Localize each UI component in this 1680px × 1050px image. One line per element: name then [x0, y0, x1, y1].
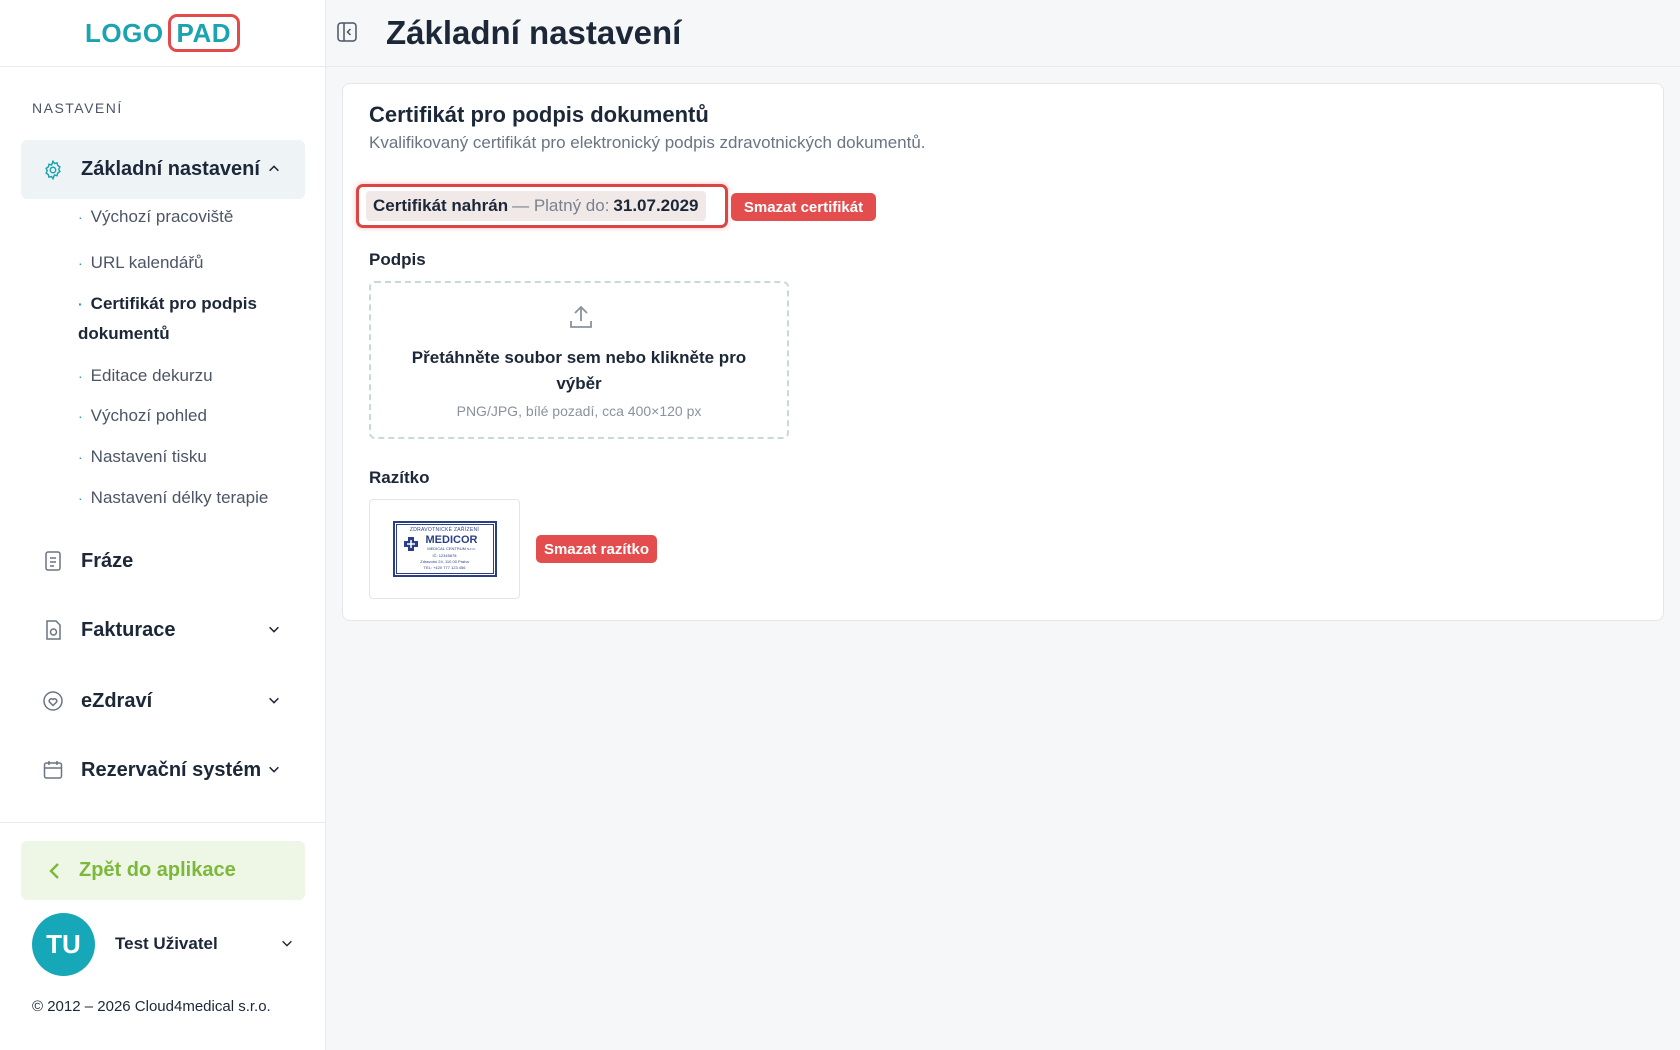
chevron-down-icon	[267, 693, 283, 709]
bullet-dot-icon: ·	[78, 255, 83, 271]
sidebar-subitem-vychozi-pohled[interactable]: · Výchozí pohled	[78, 401, 308, 431]
bullet-dot-icon: ·	[78, 490, 83, 506]
dropzone-text: Přetáhněte soubor sem nebo klikněte pro …	[411, 348, 747, 393]
sidebar-item-label: Základní nastavení	[81, 158, 260, 180]
sidebar-subitem-label: Výchozí pracoviště	[90, 207, 234, 226]
stamp-top-text: ZDRAVOTNICKÉ ZAŘÍZENÍ	[409, 527, 480, 533]
sidebar-collapse-icon[interactable]	[336, 21, 360, 45]
heart-icon	[39, 687, 67, 715]
certificate-status-text: Certifikát nahrán	[373, 196, 509, 215]
sidebar-item-fakturace[interactable]: Fakturace	[21, 604, 305, 656]
stamp-name: MEDICOR	[425, 534, 478, 546]
sidebar-divider	[0, 822, 326, 823]
upload-icon	[567, 303, 595, 331]
page-header: Základní nastavení	[326, 0, 1680, 67]
signature-label: Podpis	[369, 250, 426, 269]
bullet-dot-icon: ·	[78, 408, 83, 424]
sidebar-item-ezdravi[interactable]: eZdraví	[21, 675, 305, 727]
sidebar-subitem-nastaveni-tisku[interactable]: · Nastavení tisku	[78, 442, 308, 472]
sidebar-item-label: Fakturace	[81, 618, 176, 641]
section-label: NASTAVENÍ	[32, 100, 123, 116]
avatar: TU	[32, 912, 95, 976]
chevron-down-icon	[280, 936, 296, 952]
invoice-icon	[39, 616, 67, 644]
logo-badge: PAD	[167, 14, 241, 52]
sidebar-subitem-label: URL kalendářů	[90, 253, 204, 272]
back-button-label: Zpět do aplikace	[79, 859, 236, 881]
logo[interactable]: LOGO PAD	[84, 14, 241, 52]
chevron-up-icon	[267, 162, 283, 178]
bullet-dot-icon: ·	[78, 209, 83, 225]
sidebar-subitem-vychozi-pracoviste[interactable]: · Výchozí pracoviště	[78, 202, 308, 232]
certificate-status-badge: Certifikát nahrán — Platný do: 31.07.202…	[366, 191, 706, 221]
sidebar-subitem-url-kalendaru[interactable]: · URL kalendářů	[78, 248, 308, 278]
sidebar-item-rezervacni-system[interactable]: Rezervační systém	[21, 744, 305, 796]
user-menu[interactable]: TU Test Uživatel	[32, 912, 302, 976]
stamp-label: Razítko	[369, 468, 430, 487]
certificate-card: Certifikát pro podpis dokumentů Kvalifik…	[342, 83, 1664, 621]
back-to-app-button[interactable]: Zpět do aplikace	[21, 841, 305, 900]
sidebar-subitem-delka-terapie[interactable]: · Nastavení délky terapie	[78, 483, 308, 513]
calendar-icon	[39, 756, 67, 784]
sidebar-item-fraze[interactable]: Fráze	[21, 535, 305, 587]
copyright: © 2012 – 2026 Cloud4medical s.r.o.	[32, 998, 271, 1015]
page-title: Základní nastavení	[386, 14, 682, 51]
stamp-subtitle: MEDICAL CENTRUM s.r.o.	[427, 546, 476, 551]
stamp-line: TEL: +420 777 123 456	[423, 565, 466, 570]
bullet-dot-icon: ·	[78, 368, 83, 384]
sidebar: LOGO PAD NASTAVENÍ Základní nastavení · V…	[0, 0, 326, 1050]
chevron-down-icon	[267, 762, 283, 778]
delete-stamp-button[interactable]: Smazat razítko	[536, 535, 657, 563]
logo-bar: LOGO PAD	[0, 0, 325, 67]
bullet-dot-icon: ·	[78, 296, 83, 312]
sidebar-subitem-editace-dekurzu[interactable]: · Editace dekurzu	[78, 361, 308, 391]
stamp-preview: ZDRAVOTNICKÉ ZAŘÍZENÍ MEDICOR MEDICAL CE…	[369, 499, 520, 599]
dropzone-hint: PNG/JPG, bílé pozadí, cca 400×120 px	[456, 403, 702, 419]
sidebar-subitem-label: Nastavení tisku	[90, 447, 207, 466]
sidebar-item-label: Rezervační systém	[81, 758, 262, 781]
sidebar-item-label: eZdraví	[81, 689, 153, 712]
sidebar-subitem-label: Nastavení délky terapie	[90, 488, 269, 507]
sidebar-subitem-label: Certifikát pro podpis dokumentů	[78, 294, 257, 343]
stamp-image: ZDRAVOTNICKÉ ZAŘÍZENÍ MEDICOR MEDICAL CE…	[392, 521, 497, 577]
medical-cross-icon	[403, 537, 418, 551]
card-description: Kvalifikovaný certifikát pro elektronick…	[369, 133, 926, 152]
sidebar-item-label: Fráze	[81, 549, 134, 572]
certificate-valid-label: — Platný do:	[512, 196, 610, 215]
chevron-left-icon	[45, 861, 65, 881]
certificate-status-highlight: Certifikát nahrán — Platný do: 31.07.202…	[356, 184, 728, 228]
sidebar-item-zakladni-nastaveni[interactable]: Základní nastavení	[21, 140, 305, 199]
gear-icon	[39, 156, 67, 184]
bullet-dot-icon: ·	[78, 449, 83, 465]
signature-dropzone[interactable]: Přetáhněte soubor sem nebo klikněte pro …	[369, 281, 789, 439]
sidebar-subitem-label: Výchozí pohled	[90, 406, 207, 425]
document-icon	[39, 547, 67, 575]
certificate-valid-date: 31.07.2029	[613, 196, 699, 215]
delete-certificate-button[interactable]: Smazat certifikát	[731, 193, 876, 221]
sidebar-subitem-certifikat[interactable]: · Certifikát pro podpis dokumentů	[78, 289, 308, 349]
chevron-down-icon	[267, 622, 283, 638]
logo-text: LOGO	[84, 17, 164, 48]
card-title: Certifikát pro podpis dokumentů	[369, 102, 709, 127]
user-name: Test Uživatel	[115, 934, 218, 953]
sidebar-subitem-label: Editace dekurzu	[90, 366, 213, 385]
